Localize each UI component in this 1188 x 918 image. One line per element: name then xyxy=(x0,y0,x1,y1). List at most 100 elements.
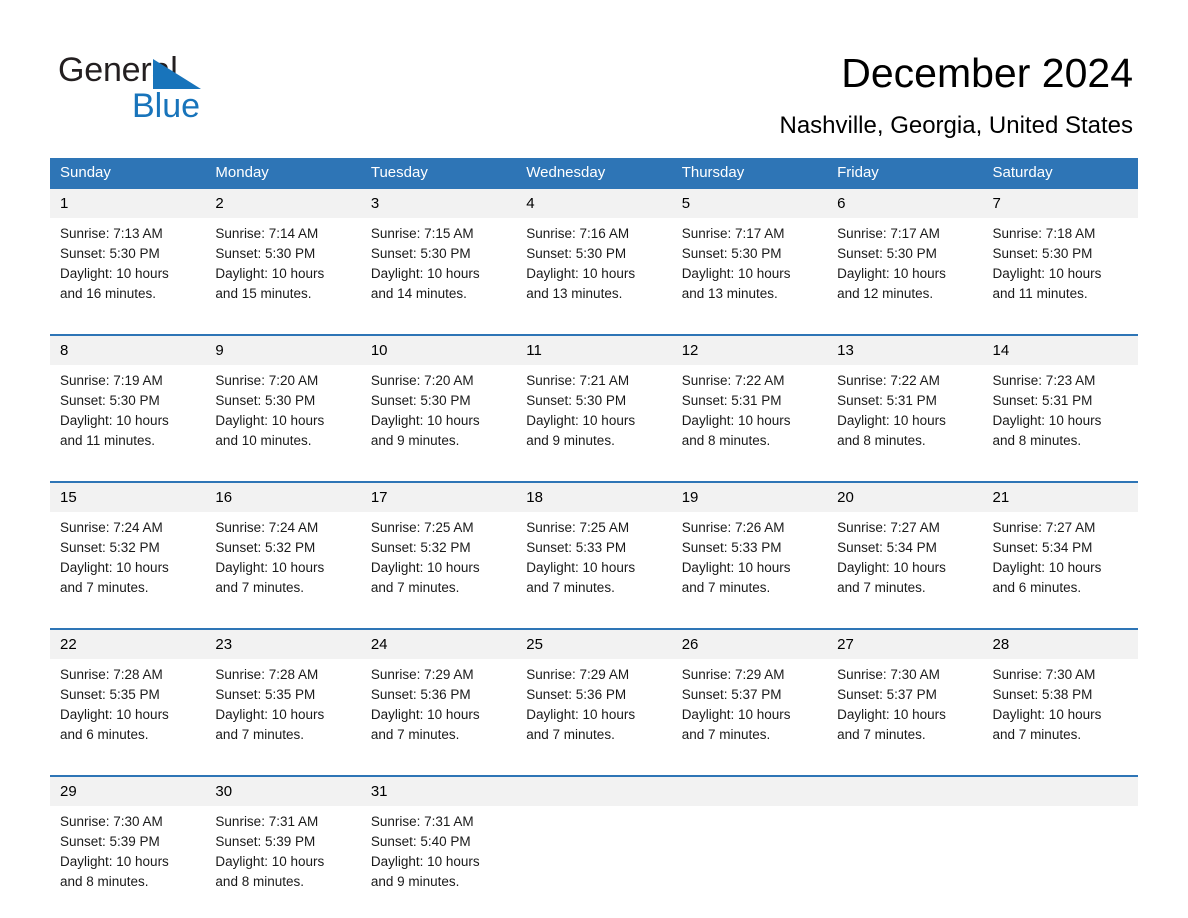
daylight-text-line1: Daylight: 10 hours xyxy=(681,560,791,575)
day-cell[interactable]: Sunrise: 7:24 AM Sunset: 5:32 PM Dayligh… xyxy=(205,512,361,616)
day-cell-empty xyxy=(671,806,828,910)
day-cell[interactable]: Sunrise: 7:22 AM Sunset: 5:31 PM Dayligh… xyxy=(671,365,828,469)
day-cell[interactable]: Sunrise: 7:24 AM Sunset: 5:32 PM Dayligh… xyxy=(50,512,206,616)
day-cell[interactable]: Sunrise: 7:20 AM Sunset: 5:30 PM Dayligh… xyxy=(205,365,361,469)
sunrise-sunset-calendar-table: Sunday Monday Tuesday Wednesday Thursday… xyxy=(50,158,1138,910)
sunrise-text: Sunrise: 7:28 AM xyxy=(215,667,319,682)
daylight-text-line2: and 7 minutes. xyxy=(370,580,460,595)
daylight-text-line1: Daylight: 10 hours xyxy=(526,707,636,722)
day-number: 3 xyxy=(360,189,517,218)
day-number: 22 xyxy=(50,628,206,659)
page-header: General Blue December 2024 Nashville, Ge… xyxy=(0,0,1188,150)
sunrise-text: Sunrise: 7:17 AM xyxy=(837,226,940,241)
day-cell[interactable]: Sunrise: 7:29 AM Sunset: 5:37 PM Dayligh… xyxy=(671,659,828,763)
day-cell[interactable]: Sunrise: 7:18 AM Sunset: 5:30 PM Dayligh… xyxy=(982,218,1138,322)
day-number-empty xyxy=(827,775,983,806)
sunset-text: Sunset: 5:30 PM xyxy=(370,393,471,408)
day-number: 26 xyxy=(671,628,828,659)
sunrise-text: Sunrise: 7:30 AM xyxy=(992,667,1096,682)
day-cell[interactable]: Sunrise: 7:28 AM Sunset: 5:35 PM Dayligh… xyxy=(50,659,206,763)
day-cell[interactable]: Sunrise: 7:21 AM Sunset: 5:30 PM Dayligh… xyxy=(516,365,672,469)
daylight-text-line2: and 7 minutes. xyxy=(837,727,926,742)
daylight-text-line1: Daylight: 10 hours xyxy=(526,413,636,428)
day-cell[interactable]: Sunrise: 7:25 AM Sunset: 5:33 PM Dayligh… xyxy=(516,512,672,616)
day-cell[interactable]: Sunrise: 7:27 AM Sunset: 5:34 PM Dayligh… xyxy=(982,512,1138,616)
generalblue-logo[interactable]: General Blue xyxy=(58,50,388,128)
daylight-text-line1: Daylight: 10 hours xyxy=(60,707,169,722)
day-number: 31 xyxy=(360,775,517,806)
day-number: 4 xyxy=(516,189,672,218)
sunrise-text: Sunrise: 7:29 AM xyxy=(526,667,630,682)
day-number: 8 xyxy=(50,334,206,365)
day-cell[interactable]: Sunrise: 7:30 AM Sunset: 5:38 PM Dayligh… xyxy=(982,659,1138,763)
sunrise-text: Sunrise: 7:27 AM xyxy=(992,520,1096,535)
daylight-text-line2: and 11 minutes. xyxy=(992,286,1088,301)
daylight-text-line2: and 7 minutes. xyxy=(526,580,615,595)
day-cell[interactable]: Sunrise: 7:30 AM Sunset: 5:37 PM Dayligh… xyxy=(827,659,983,763)
daylight-text-line1: Daylight: 10 hours xyxy=(215,266,325,281)
week-1-info-row: Sunrise: 7:13 AM Sunset: 5:30 PM Dayligh… xyxy=(50,218,1138,322)
daylight-text-line1: Daylight: 10 hours xyxy=(837,266,946,281)
day-number: 11 xyxy=(516,334,672,365)
sunset-text: Sunset: 5:30 PM xyxy=(526,246,627,261)
day-cell[interactable]: Sunrise: 7:17 AM Sunset: 5:30 PM Dayligh… xyxy=(671,218,828,322)
daylight-text-line1: Daylight: 10 hours xyxy=(215,854,325,869)
day-number: 21 xyxy=(982,481,1138,512)
day-cell[interactable]: Sunrise: 7:16 AM Sunset: 5:30 PM Dayligh… xyxy=(516,218,672,322)
day-cell[interactable]: Sunrise: 7:23 AM Sunset: 5:31 PM Dayligh… xyxy=(982,365,1138,469)
day-cell[interactable]: Sunrise: 7:19 AM Sunset: 5:30 PM Dayligh… xyxy=(50,365,206,469)
day-cell[interactable]: Sunrise: 7:27 AM Sunset: 5:34 PM Dayligh… xyxy=(827,512,983,616)
daylight-text-line2: and 7 minutes. xyxy=(60,580,149,595)
day-cell[interactable]: Sunrise: 7:25 AM Sunset: 5:32 PM Dayligh… xyxy=(360,512,517,616)
page-title: December 2024 xyxy=(841,50,1133,96)
day-cell[interactable]: Sunrise: 7:14 AM Sunset: 5:30 PM Dayligh… xyxy=(205,218,361,322)
sunrise-text: Sunrise: 7:18 AM xyxy=(992,226,1096,241)
sunset-text: Sunset: 5:34 PM xyxy=(992,540,1093,555)
sunrise-text: Sunrise: 7:22 AM xyxy=(681,373,785,388)
day-cell[interactable]: Sunrise: 7:22 AM Sunset: 5:31 PM Dayligh… xyxy=(827,365,983,469)
day-cell[interactable]: Sunrise: 7:15 AM Sunset: 5:30 PM Dayligh… xyxy=(360,218,517,322)
day-cell[interactable]: Sunrise: 7:30 AM Sunset: 5:39 PM Dayligh… xyxy=(50,806,206,910)
week-1-daynumber-row: 1 2 3 4 5 6 7 xyxy=(50,189,1138,218)
day-number: 7 xyxy=(982,189,1138,218)
day-cell[interactable]: Sunrise: 7:29 AM Sunset: 5:36 PM Dayligh… xyxy=(360,659,517,763)
daylight-text-line2: and 10 minutes. xyxy=(215,433,312,448)
daylight-text-line2: and 9 minutes. xyxy=(526,433,615,448)
week-spacer xyxy=(50,763,1138,776)
week-2-info-row: Sunrise: 7:19 AM Sunset: 5:30 PM Dayligh… xyxy=(50,365,1138,469)
day-number: 15 xyxy=(50,481,206,512)
sunrise-text: Sunrise: 7:17 AM xyxy=(681,226,785,241)
sunset-text: Sunset: 5:30 PM xyxy=(837,246,937,261)
week-3-info-row: Sunrise: 7:24 AM Sunset: 5:32 PM Dayligh… xyxy=(50,512,1138,616)
sunset-text: Sunset: 5:38 PM xyxy=(992,687,1093,702)
daylight-text-line2: and 8 minutes. xyxy=(837,433,926,448)
sunrise-text: Sunrise: 7:23 AM xyxy=(992,373,1096,388)
week-spacer xyxy=(50,322,1138,335)
sunset-text: Sunset: 5:31 PM xyxy=(837,393,937,408)
daylight-text-line2: and 7 minutes. xyxy=(215,580,304,595)
sunset-text: Sunset: 5:30 PM xyxy=(215,246,316,261)
day-cell-empty xyxy=(516,806,672,910)
day-cell[interactable]: Sunrise: 7:20 AM Sunset: 5:30 PM Dayligh… xyxy=(360,365,517,469)
sunrise-text: Sunrise: 7:31 AM xyxy=(370,814,474,829)
sunset-text: Sunset: 5:30 PM xyxy=(526,393,627,408)
day-cell[interactable]: Sunrise: 7:26 AM Sunset: 5:33 PM Dayligh… xyxy=(671,512,828,616)
day-number-empty xyxy=(671,775,828,806)
day-cell[interactable]: Sunrise: 7:17 AM Sunset: 5:30 PM Dayligh… xyxy=(827,218,983,322)
location-subtitle: Nashville, Georgia, United States xyxy=(779,112,1133,139)
day-cell[interactable]: Sunrise: 7:31 AM Sunset: 5:39 PM Dayligh… xyxy=(205,806,361,910)
week-4-daynumber-row: 22 23 24 25 26 27 28 xyxy=(50,628,1138,659)
weekday-header-wednesday: Wednesday xyxy=(516,158,672,189)
day-cell[interactable]: Sunrise: 7:29 AM Sunset: 5:36 PM Dayligh… xyxy=(516,659,672,763)
weekday-header-tuesday: Tuesday xyxy=(360,158,517,189)
sunrise-text: Sunrise: 7:22 AM xyxy=(837,373,940,388)
daylight-text-line2: and 13 minutes. xyxy=(526,286,623,301)
week-spacer-cell xyxy=(50,616,1138,629)
day-cell[interactable]: Sunrise: 7:28 AM Sunset: 5:35 PM Dayligh… xyxy=(205,659,361,763)
week-spacer xyxy=(50,469,1138,482)
logo-text-general-line: General xyxy=(58,50,388,90)
day-cell[interactable]: Sunrise: 7:13 AM Sunset: 5:30 PM Dayligh… xyxy=(50,218,206,322)
sunset-text: Sunset: 5:30 PM xyxy=(681,246,782,261)
day-cell[interactable]: Sunrise: 7:31 AM Sunset: 5:40 PM Dayligh… xyxy=(360,806,517,910)
daylight-text-line1: Daylight: 10 hours xyxy=(370,560,480,575)
